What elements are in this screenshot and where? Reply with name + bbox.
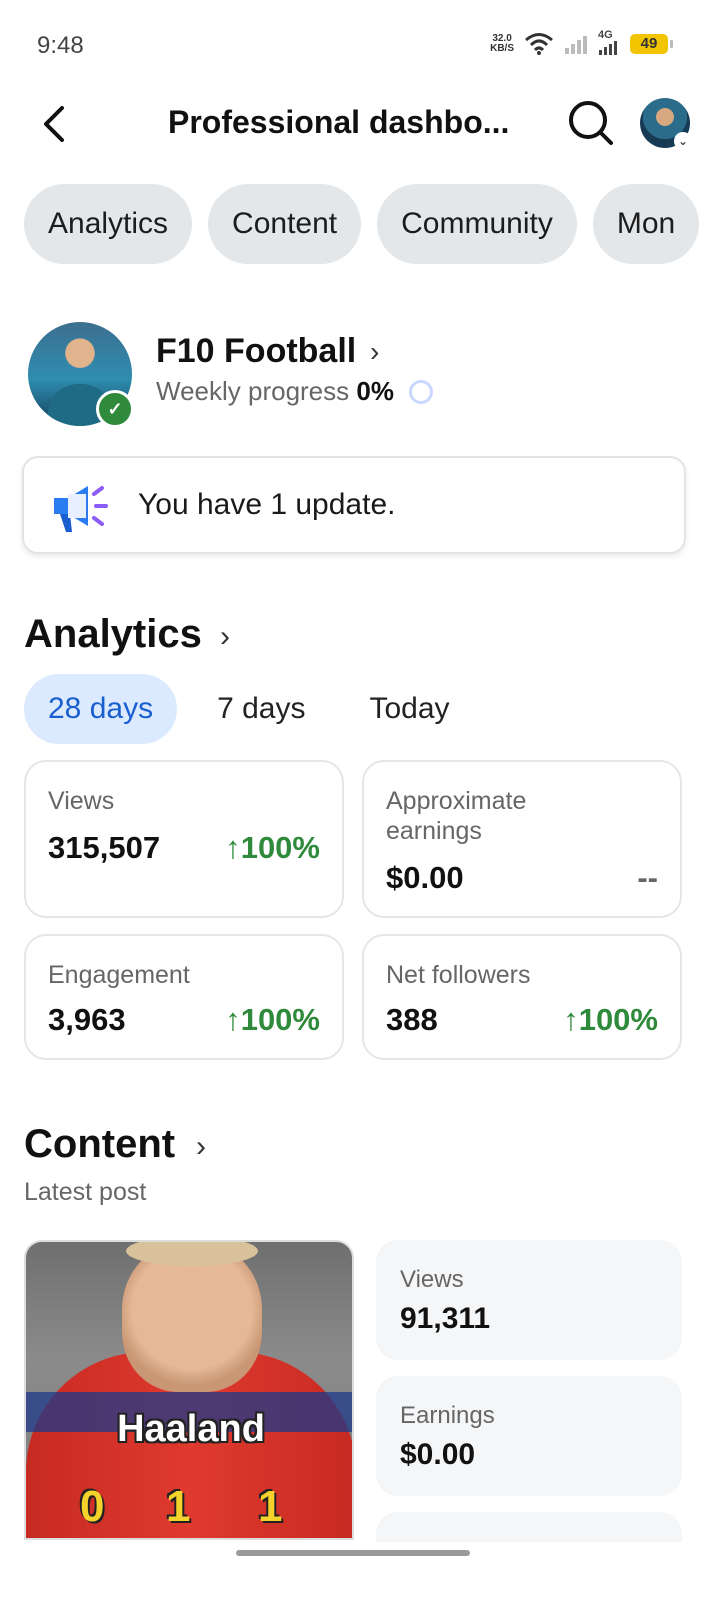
post-stat-earnings[interactable]: Earnings $0.00 [376,1376,682,1496]
chevron-down-icon[interactable]: ⌄ [674,132,692,150]
metric-change: -- [637,860,658,895]
arrow-up-icon: ↑ [563,1002,579,1037]
period-7-days[interactable]: 7 days [193,674,329,744]
stat-value: $0.00 [400,1438,476,1471]
period-today[interactable]: Today [345,674,473,744]
battery-icon: 49 [630,34,673,54]
metric-change: ↑100% [563,1002,658,1037]
period-28-days[interactable]: 28 days [24,674,178,744]
metric-change: ↑100% [225,830,320,865]
metric-label: Views [48,787,115,815]
metric-value: 315,507 [48,830,161,865]
metric-value: 3,963 [48,1002,126,1037]
metric-change: ↑100% [225,1002,320,1037]
metric-label: Approximate earnings [386,787,527,845]
weekly-progress: Weekly progress 0% [156,376,434,407]
chevron-right-icon[interactable]: › [220,620,230,654]
weekly-progress-value: 0% [356,376,394,406]
page-title: Professional dashbo... [168,104,510,140]
metric-card-engagement[interactable]: Engagement 3,963 ↑100% [24,934,344,1060]
analytics-heading[interactable]: Analytics [24,612,202,657]
thumbnail-digit: 1 [166,1482,191,1531]
metric-value: 388 [386,1002,438,1037]
tab-analytics[interactable]: Analytics [24,184,193,264]
dashboard-tabs: Analytics Content Community Mon [24,184,700,264]
arrow-up-icon: ↑ [225,830,241,865]
tab-community[interactable]: Community [377,184,577,264]
stat-label: Earnings [400,1402,495,1429]
status-time: 9:48 [37,32,84,59]
profile-summary[interactable]: ✓ F10 Football › Weekly progress 0% [28,322,708,432]
latest-post-thumbnail[interactable]: Haaland 0 1 1 [24,1240,354,1540]
latest-post-label: Latest post [24,1178,147,1206]
stat-value: 91,311 [400,1302,491,1335]
tab-content[interactable]: Content [208,184,362,264]
update-card[interactable]: You have 1 update. [22,456,686,554]
thumbnail-digit: 1 [258,1482,283,1531]
signal-icon-4g: 4G [598,30,620,58]
thumbnail-text: Haaland [117,1408,265,1450]
arrow-up-icon: ↑ [225,1002,241,1037]
signal-icon-sim1 [565,36,587,54]
metric-value: $0.00 [386,860,464,895]
post-stat-views[interactable]: Views 91,311 [376,1240,682,1360]
metric-card-views[interactable]: Views 315,507 ↑100% [24,760,344,918]
thumbnail-digit: 0 [80,1482,105,1531]
app-header: Professional dashbo... ⌄ [0,92,720,156]
metric-label: Net followers [386,961,531,989]
search-icon[interactable] [566,98,616,148]
home-indicator[interactable] [236,1550,470,1556]
metric-label: Engagement [48,961,190,989]
wifi-icon [525,33,553,55]
stat-label: Views [400,1266,464,1293]
tab-monetization[interactable]: Mon [592,184,700,264]
metric-card-earnings[interactable]: Approximate earnings $0.00 -- [362,760,682,918]
metric-card-net-followers[interactable]: Net followers 388 ↑100% [362,934,682,1060]
verified-check-icon: ✓ [96,390,134,428]
page-name: F10 Football [156,332,357,370]
status-bar: 9:48 32.0 KB/S 4G 49 [0,0,720,90]
chevron-right-icon: › [370,336,380,367]
update-text: You have 1 update. [138,488,396,521]
chevron-right-icon[interactable]: › [196,1130,206,1164]
network-speed: 32.0 KB/S [490,33,514,54]
progress-ring-icon [409,380,434,404]
status-icons: 32.0 KB/S 4G 49 [490,30,673,58]
weekly-progress-label: Weekly progress [156,376,350,406]
post-stat-partial[interactable] [376,1512,682,1542]
megaphone-icon [54,486,108,532]
content-heading[interactable]: Content [24,1122,175,1167]
period-selector: 28 days 7 days Today [24,674,490,744]
back-arrow-icon[interactable] [36,100,76,148]
